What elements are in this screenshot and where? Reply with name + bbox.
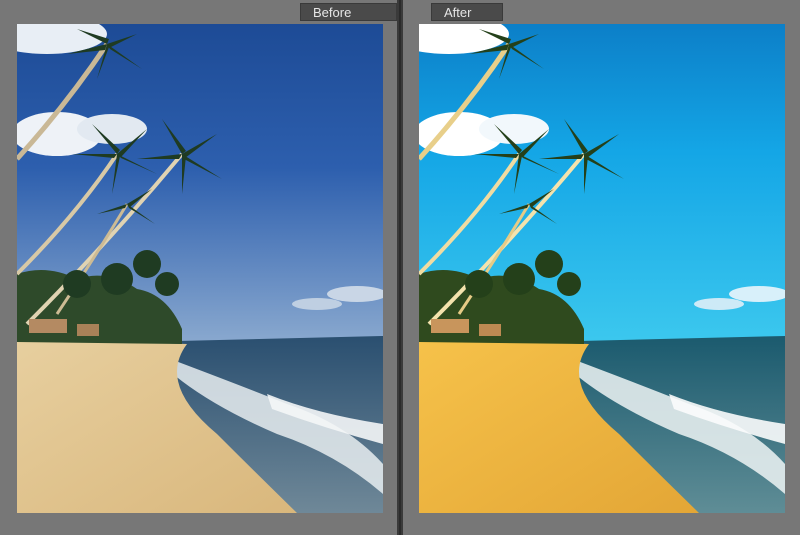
after-photo-image [419,24,785,513]
before-pane: Before [0,0,397,535]
before-photo-image [17,24,383,513]
before-photo[interactable] [17,24,383,513]
before-label: Before [300,3,397,21]
after-photo[interactable] [419,24,785,513]
after-label: After [431,3,503,21]
after-pane: After [403,0,800,535]
